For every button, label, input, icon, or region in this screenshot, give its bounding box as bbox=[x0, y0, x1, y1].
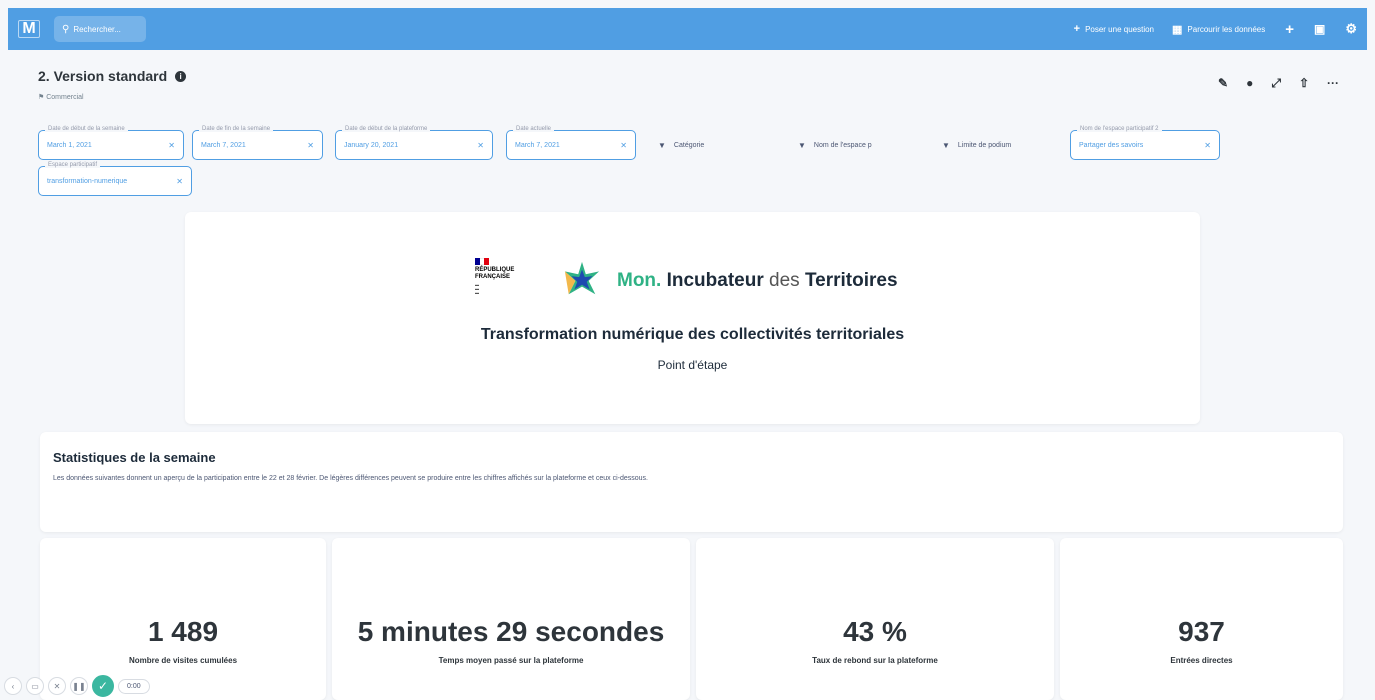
filter-placeholder: Limite de podium bbox=[957, 141, 1012, 149]
share-icon[interactable]: ⇧ bbox=[1299, 76, 1309, 91]
top-navigation-bar: M ⚲ Rechercher... + Poser une question ▦… bbox=[8, 8, 1367, 50]
collapse-icon[interactable]: ‹ bbox=[4, 677, 22, 695]
check-icon[interactable]: ✓ bbox=[92, 675, 114, 697]
filter-placeholder: Nom de l'espace p bbox=[813, 141, 872, 149]
brand-territoires: Territoires bbox=[804, 270, 898, 291]
filter-placeholder: Catégorie bbox=[673, 141, 705, 149]
search-placeholder: Rechercher... bbox=[73, 24, 121, 34]
new-question-button[interactable]: + Poser une question bbox=[1074, 23, 1154, 35]
collection-name: Commercial bbox=[46, 94, 84, 101]
activity-icon[interactable]: ● bbox=[1246, 76, 1253, 91]
brand-des: des bbox=[763, 270, 805, 291]
metabase-logo-icon[interactable]: M bbox=[18, 20, 40, 38]
more-options-icon[interactable]: ··· bbox=[1327, 76, 1339, 91]
kpi-label: Entrées directes bbox=[1170, 656, 1233, 665]
kpi-card-direct-entries[interactable]: 937 Entrées directes bbox=[1060, 538, 1343, 700]
new-question-label: Poser une question bbox=[1085, 24, 1154, 34]
info-icon[interactable]: i bbox=[175, 70, 187, 82]
kpi-label: Taux de rebond sur la plateforme bbox=[812, 656, 938, 665]
filter-space-name[interactable]: ▼ Nom de l'espace p bbox=[798, 130, 872, 160]
rf-motto: ▬ ▬ ▬ bbox=[475, 282, 479, 295]
edit-pencil-icon[interactable]: ✎ bbox=[1218, 76, 1228, 91]
recording-controls: ‹ ▭ ✕ ❚❚ ✓ 0:00 bbox=[4, 674, 150, 698]
kpi-value: 5 minutes 29 secondes bbox=[357, 616, 665, 647]
filter-value: January 20, 2021 bbox=[344, 141, 399, 149]
filter-platform-start[interactable]: Date de début de la plateforme January 2… bbox=[335, 126, 493, 160]
clear-icon[interactable]: ✕ bbox=[1204, 141, 1211, 150]
filter-label: Date de début de la plateforme bbox=[342, 126, 431, 132]
filter-label: Date actuelle bbox=[513, 126, 555, 132]
plus-icon[interactable]: + bbox=[1285, 21, 1294, 38]
gear-icon[interactable]: ⚙ bbox=[1345, 21, 1357, 37]
kpi-card-bounce-rate[interactable]: 43 % Taux de rebond sur la plateforme bbox=[696, 538, 1054, 700]
banner-subtitle: Point d'étape bbox=[657, 358, 728, 372]
clear-icon[interactable]: ✕ bbox=[620, 141, 627, 150]
brand-mon: Mon. bbox=[617, 270, 662, 291]
dashboard-title: 2. Version standard i bbox=[38, 68, 187, 84]
browse-data-label: Parcourir les données bbox=[1187, 24, 1266, 34]
fullscreen-icon[interactable]: ⤢ bbox=[1271, 76, 1281, 91]
clear-icon[interactable]: ✕ bbox=[477, 141, 484, 150]
recording-time: 0:00 bbox=[118, 678, 150, 694]
dashboard-icon[interactable]: ▣ bbox=[1314, 22, 1325, 36]
filter-icon: ▼ bbox=[658, 140, 666, 150]
french-flag-icon bbox=[475, 258, 490, 265]
filter-label: Date de début de la semaine bbox=[45, 126, 128, 132]
filter-label: Nom de l'espace participatif 2 bbox=[1077, 126, 1162, 132]
grid-icon: ▦ bbox=[1172, 23, 1183, 36]
dashboard-title-text: 2. Version standard bbox=[38, 68, 168, 84]
clear-icon[interactable]: ✕ bbox=[176, 177, 183, 186]
filter-week-end[interactable]: Date de fin de la semaine March 7, 2021 … bbox=[192, 126, 323, 160]
stats-description: Les données suivantes donnent un aperçu … bbox=[53, 475, 648, 482]
browse-data-button[interactable]: ▦ Parcourir les données bbox=[1172, 23, 1265, 36]
clear-icon[interactable]: ✕ bbox=[307, 141, 314, 150]
republique-francaise-logo: RÉPUBLIQUE FRANÇAISE ▬ ▬ ▬ bbox=[475, 258, 527, 306]
filter-value: March 7, 2021 bbox=[201, 141, 246, 149]
filter-label: Espace participatif bbox=[45, 162, 101, 168]
incubator-star-icon bbox=[564, 261, 600, 295]
plus-icon: + bbox=[1073, 23, 1081, 35]
weekly-stats-card: Statistiques de la semaine Les données s… bbox=[40, 432, 1343, 532]
brand-incubateur: Incubateur bbox=[666, 270, 764, 291]
rf-line2: FRANÇAISE bbox=[475, 274, 511, 280]
rf-line1: RÉPUBLIQUE bbox=[475, 267, 515, 273]
filter-podium-limit[interactable]: ▼ Limite de podium bbox=[942, 130, 1011, 160]
filter-current-date[interactable]: Date actuelle March 7, 2021 ✕ bbox=[506, 126, 636, 160]
dashboard-actions: ✎ ● ⤢ ⇧ ··· bbox=[1218, 76, 1339, 91]
kpi-label: Nombre de visites cumulées bbox=[128, 656, 238, 665]
kpi-value: 937 bbox=[1178, 616, 1225, 647]
filter-label: Date de fin de la semaine bbox=[199, 126, 274, 132]
collection-breadcrumb[interactable]: ⚑ Commercial bbox=[38, 93, 84, 101]
kpi-card-average-time[interactable]: 5 minutes 29 secondes Temps moyen passé … bbox=[332, 538, 690, 700]
filter-category[interactable]: ▼ Catégorie bbox=[658, 130, 704, 160]
kpi-value: 43 % bbox=[843, 616, 907, 647]
cancel-icon[interactable]: ✕ bbox=[48, 677, 66, 695]
kpi-label: Temps moyen passé sur la plateforme bbox=[438, 656, 584, 665]
filter-value: March 7, 2021 bbox=[515, 141, 560, 149]
filter-week-start[interactable]: Date de début de la semaine March 1, 202… bbox=[38, 126, 184, 160]
search-icon: ⚲ bbox=[62, 23, 70, 35]
filter-icon: ▼ bbox=[942, 140, 950, 150]
banner-card: RÉPUBLIQUE FRANÇAISE ▬ ▬ ▬ Mon. Incubateur… bbox=[185, 212, 1200, 424]
screen-icon[interactable]: ▭ bbox=[26, 677, 44, 695]
rf-wordmark: RÉPUBLIQUE FRANÇAISE bbox=[475, 267, 527, 281]
clear-icon[interactable]: ✕ bbox=[168, 141, 175, 150]
filter-space-name-2[interactable]: Nom de l'espace participatif 2 Partager … bbox=[1070, 126, 1220, 160]
incubator-brand: Mon. Incubateur des Territoires bbox=[617, 270, 898, 292]
search-input[interactable]: ⚲ Rechercher... bbox=[54, 16, 146, 42]
stats-title: Statistiques de la semaine bbox=[53, 450, 216, 465]
filter-icon: ▼ bbox=[798, 140, 806, 150]
pause-icon[interactable]: ❚❚ bbox=[70, 677, 88, 695]
filter-value: Partager des savoirs bbox=[1079, 141, 1144, 149]
banner-title: Transformation numérique des collectivit… bbox=[480, 326, 905, 343]
kpi-row: 1 489 Nombre de visites cumulées 5 minut… bbox=[40, 538, 1343, 700]
filter-value: March 1, 2021 bbox=[47, 141, 92, 149]
filter-value: transformation-numerique bbox=[47, 177, 128, 185]
kpi-value: 1 489 bbox=[147, 616, 219, 647]
filter-participatory-space[interactable]: Espace participatif transformation-numer… bbox=[38, 162, 192, 196]
